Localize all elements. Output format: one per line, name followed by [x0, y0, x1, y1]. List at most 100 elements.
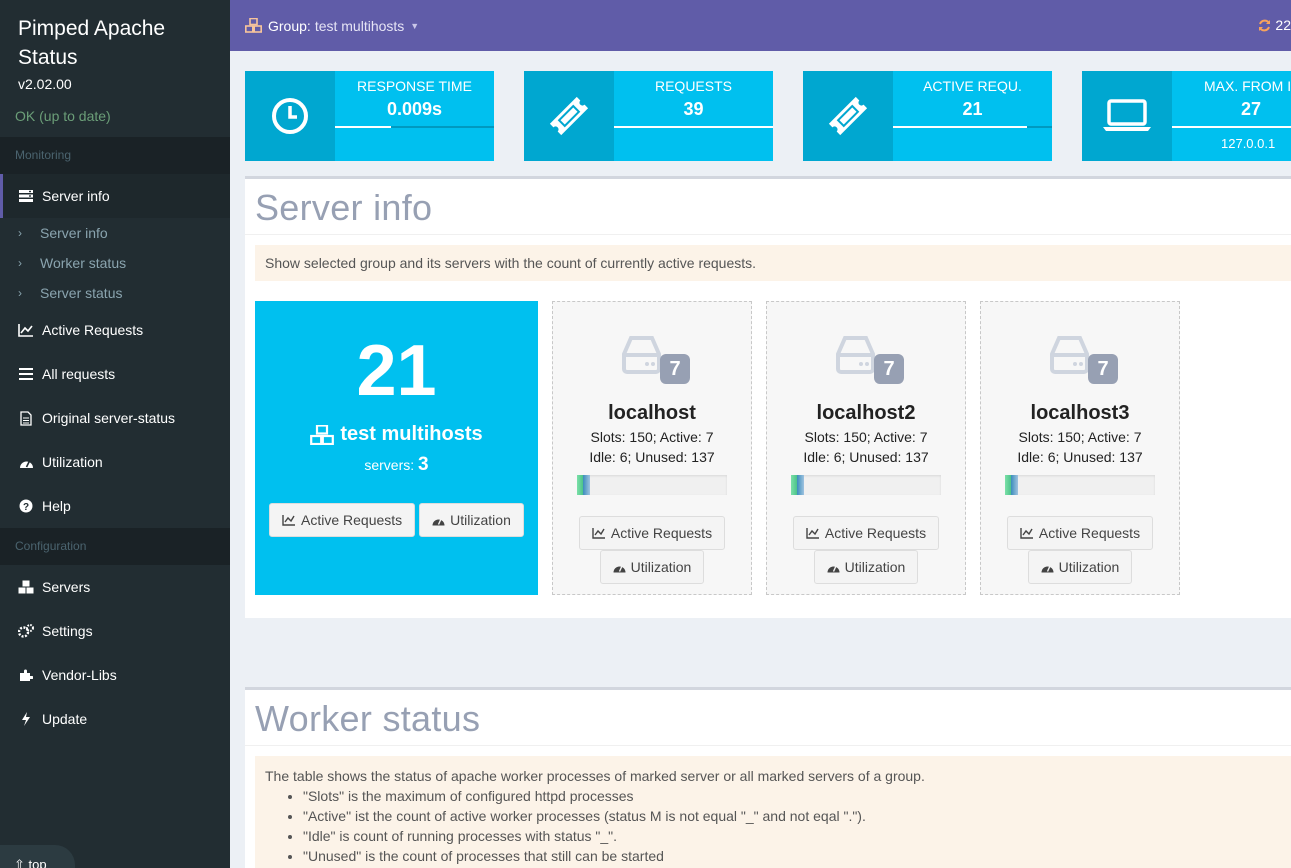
active-requests-button[interactable]: Active Requests	[792, 516, 940, 550]
info-box-progress	[893, 126, 1052, 128]
sidebar-subitem-server-status[interactable]: › Server status	[0, 278, 230, 308]
group-buttons: Active Requests Utilization	[269, 503, 524, 537]
ticket-icon	[803, 71, 893, 161]
group-tile: 21 test multihosts servers: 3 Active Req…	[255, 301, 538, 595]
server-idle-line: Idle: 6; Unused: 137	[1017, 449, 1143, 465]
svg-text:?: ?	[23, 502, 29, 513]
back-to-top-link[interactable]: ⇧ top	[0, 845, 75, 868]
button-label: Active Requests	[610, 525, 713, 541]
refresh-indicator[interactable]: 22	[1258, 17, 1291, 33]
server-name: localhost2	[816, 402, 916, 424]
sidebar-item-label: Utilization	[42, 454, 103, 470]
sidebar-item-label: Settings	[42, 623, 93, 639]
utilization-button[interactable]: Utilization	[419, 503, 524, 537]
top-link-label: top	[28, 857, 47, 868]
sidebar-subitem-worker-status[interactable]: › Worker status	[0, 248, 230, 278]
sidebar-item-help[interactable]: ? Help	[0, 484, 230, 528]
sidebar-item-label: Server status	[40, 285, 123, 301]
brand: Pimped Apache Status v2.02.00 OK (up to …	[0, 0, 230, 124]
cubes-icon	[310, 424, 340, 445]
active-count-badge: 7	[660, 354, 690, 384]
worker-progress-bar	[577, 475, 727, 495]
chevron-right-icon: ›	[18, 256, 22, 270]
servers-label: servers:	[364, 457, 415, 473]
info-box-response-time: RESPONSE TIME 0.009s	[245, 71, 494, 161]
server-name: localhost3	[1030, 402, 1130, 424]
line-chart-icon	[282, 515, 295, 526]
active-count-badge: 7	[1088, 354, 1118, 384]
active-count-badge: 7	[874, 354, 904, 384]
server-icon	[18, 188, 34, 204]
button-label: Utilization	[844, 559, 906, 575]
info-box-label: RESPONSE TIME	[357, 78, 472, 94]
sidebar-item-update[interactable]: Update	[0, 697, 230, 741]
server-slots-line: Slots: 150; Active: 7	[804, 429, 928, 445]
sidebar-item-label: Vendor-Libs	[42, 667, 117, 683]
server-info-box: Server info Show selected group and its …	[245, 176, 1291, 618]
active-segment	[797, 475, 804, 495]
sidebar-item-label: Update	[42, 711, 88, 727]
active-requests-button[interactable]: Active Requests	[1006, 516, 1154, 550]
sidebar-item-vendor-libs[interactable]: Vendor-Libs	[0, 653, 230, 697]
refresh-counter: 22	[1275, 17, 1291, 33]
server-tile: 7 localhost3 Slots: 150; Active: 7 Idle:…	[980, 301, 1180, 595]
line-chart-icon	[1020, 528, 1033, 539]
info-box-progress	[335, 126, 494, 128]
active-segment	[583, 475, 590, 495]
sidebar-item-active-requests[interactable]: Active Requests	[0, 308, 230, 352]
brand-title[interactable]: Pimped Apache Status	[18, 14, 212, 72]
cubes-icon	[18, 579, 34, 595]
sidebar-item-label: Help	[42, 498, 71, 514]
info-callout: Show selected group and its servers with…	[255, 245, 1291, 281]
server-slots-line: Slots: 150; Active: 7	[1018, 429, 1142, 445]
group-name-label: test multihosts	[340, 423, 483, 445]
section-title: Server info	[245, 179, 1291, 235]
caret-down-icon[interactable]: ▼	[410, 21, 419, 31]
worker-progress-bar	[791, 475, 941, 495]
button-label: Utilization	[1058, 559, 1120, 575]
active-requests-button[interactable]: Active Requests	[578, 516, 726, 550]
sidebar-subitem-server-info[interactable]: › Server info	[0, 218, 230, 248]
button-label: Active Requests	[1038, 525, 1141, 541]
ticket-icon	[524, 71, 614, 161]
info-box-value: 27	[1241, 99, 1262, 119]
hdd-icon: 7	[1035, 332, 1125, 392]
list-icon	[18, 366, 34, 382]
active-requests-button[interactable]: Active Requests	[269, 503, 416, 537]
up-arrow-icon: ⇧	[14, 857, 25, 868]
update-status: OK (up to date)	[15, 108, 111, 124]
utilization-button[interactable]: Utilization	[1027, 550, 1133, 584]
dashboard-icon	[613, 565, 626, 572]
sidebar-item-original-server-status[interactable]: Original server-status	[0, 396, 230, 440]
server-slots-line: Slots: 150; Active: 7	[590, 429, 714, 445]
button-label: Active Requests	[301, 512, 403, 528]
sidebar-item-server-info[interactable]: Server info	[0, 174, 230, 218]
sidebar-item-label: Worker status	[40, 255, 127, 271]
utilization-button[interactable]: Utilization	[599, 550, 705, 584]
sidebar-item-utilization[interactable]: Utilization	[0, 440, 230, 484]
laptop-icon	[1082, 71, 1172, 161]
group-selector[interactable]: test multihosts	[315, 18, 404, 34]
sidebar-item-settings[interactable]: Settings	[0, 609, 230, 653]
server-idle-line: Idle: 6; Unused: 137	[589, 449, 715, 465]
line-chart-icon	[806, 528, 819, 539]
server-buttons: Active Requests Utilization	[553, 516, 751, 584]
button-label: Utilization	[630, 559, 692, 575]
info-box-progress-fill	[1172, 126, 1291, 128]
sidebar-item-label: Servers	[42, 579, 91, 595]
sidebar-item-label: Server info	[40, 225, 108, 241]
bullet-list: "Slots" is the maximum of configured htt…	[303, 786, 1281, 866]
info-box-progress	[614, 126, 773, 128]
sidebar-item-servers[interactable]: Servers	[0, 565, 230, 609]
sidebar-item-label: Original server-status	[42, 410, 176, 426]
info-box-value: 21	[962, 99, 983, 119]
top-navbar: Group: test multihosts ▼ 22	[230, 0, 1291, 51]
sidebar-item-label: Active Requests	[42, 322, 144, 338]
sidebar-item-all-requests[interactable]: All requests	[0, 352, 230, 396]
info-box-label: REQUESTS	[654, 78, 732, 94]
info-box-progress-fill	[614, 126, 773, 128]
info-box-value: 0.009s	[386, 99, 443, 119]
info-box-label: ACTIVE REQU.	[923, 78, 1022, 94]
utilization-button[interactable]: Utilization	[813, 550, 919, 584]
group-name: test multihosts	[255, 423, 538, 446]
